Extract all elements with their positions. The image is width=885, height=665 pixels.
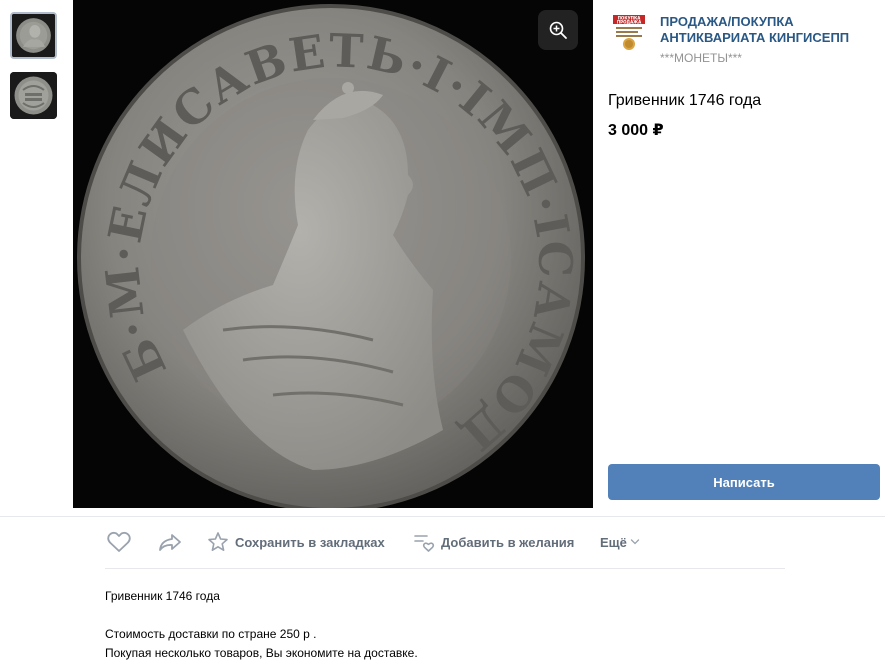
description-line-delivery: Стоимость доставки по стране 250 р . — [105, 627, 317, 641]
coin-thumbnail-image — [10, 72, 57, 119]
more-button[interactable]: Ещё — [600, 529, 640, 555]
product-price: 3 000 ₽ — [608, 122, 664, 139]
thumbnail-coin-obverse[interactable] — [10, 12, 57, 59]
heart-icon — [107, 531, 131, 552]
description-divider — [105, 568, 785, 569]
coin-image: Б·М·ЕЛИСАВЕТЬ·I·IМП·IСАМОД·ВСЕРОС — [73, 0, 593, 508]
description-line-title: Гривенник 1746 года — [105, 589, 220, 603]
description-line-savings: Покупая несколько товаров, Вы экономите … — [105, 646, 418, 660]
add-wishlist-label: Добавить в желания — [441, 534, 575, 550]
save-bookmark-button[interactable]: Сохранить в закладках — [207, 529, 385, 555]
like-button[interactable] — [106, 529, 132, 555]
chevron-down-icon — [630, 539, 640, 545]
share-icon — [159, 534, 181, 551]
coin-thumbnail-image — [12, 14, 55, 57]
wishlist-icon — [414, 535, 435, 552]
zoom-button[interactable] — [538, 10, 578, 50]
group-name-link[interactable]: ПРОДАЖА/ПОКУПКА АНТИКВАРИАТА КИНГИСЕПП — [660, 14, 870, 46]
star-icon — [208, 532, 228, 551]
zoom-in-icon — [549, 21, 567, 39]
logo-text-bottom: ПРОДАЖА — [617, 20, 642, 25]
add-wishlist-button[interactable]: Добавить в желания — [413, 529, 574, 555]
section-divider — [0, 516, 885, 517]
group-logo-image: ПОКУПКА ПРОДАЖА — [612, 14, 646, 52]
save-bookmark-label: Сохранить в закладках — [235, 534, 385, 550]
market-item-page: Б·М·ЕЛИСАВЕТЬ·I·IМП·IСАМОД·ВСЕРОС ПОКУПК… — [0, 0, 885, 665]
share-button[interactable] — [157, 529, 183, 555]
group-category: ***МОНЕТЫ*** — [660, 51, 742, 65]
product-title: Гривенник 1746 года — [608, 92, 762, 109]
more-label: Ещё — [600, 534, 627, 550]
group-avatar[interactable]: ПОКУПКА ПРОДАЖА — [612, 14, 646, 52]
write-seller-button[interactable]: Написать — [608, 464, 880, 500]
thumbnail-coin-reverse[interactable] — [10, 72, 57, 119]
main-product-image[interactable]: Б·М·ЕЛИСАВЕТЬ·I·IМП·IСАМОД·ВСЕРОС — [73, 0, 593, 508]
